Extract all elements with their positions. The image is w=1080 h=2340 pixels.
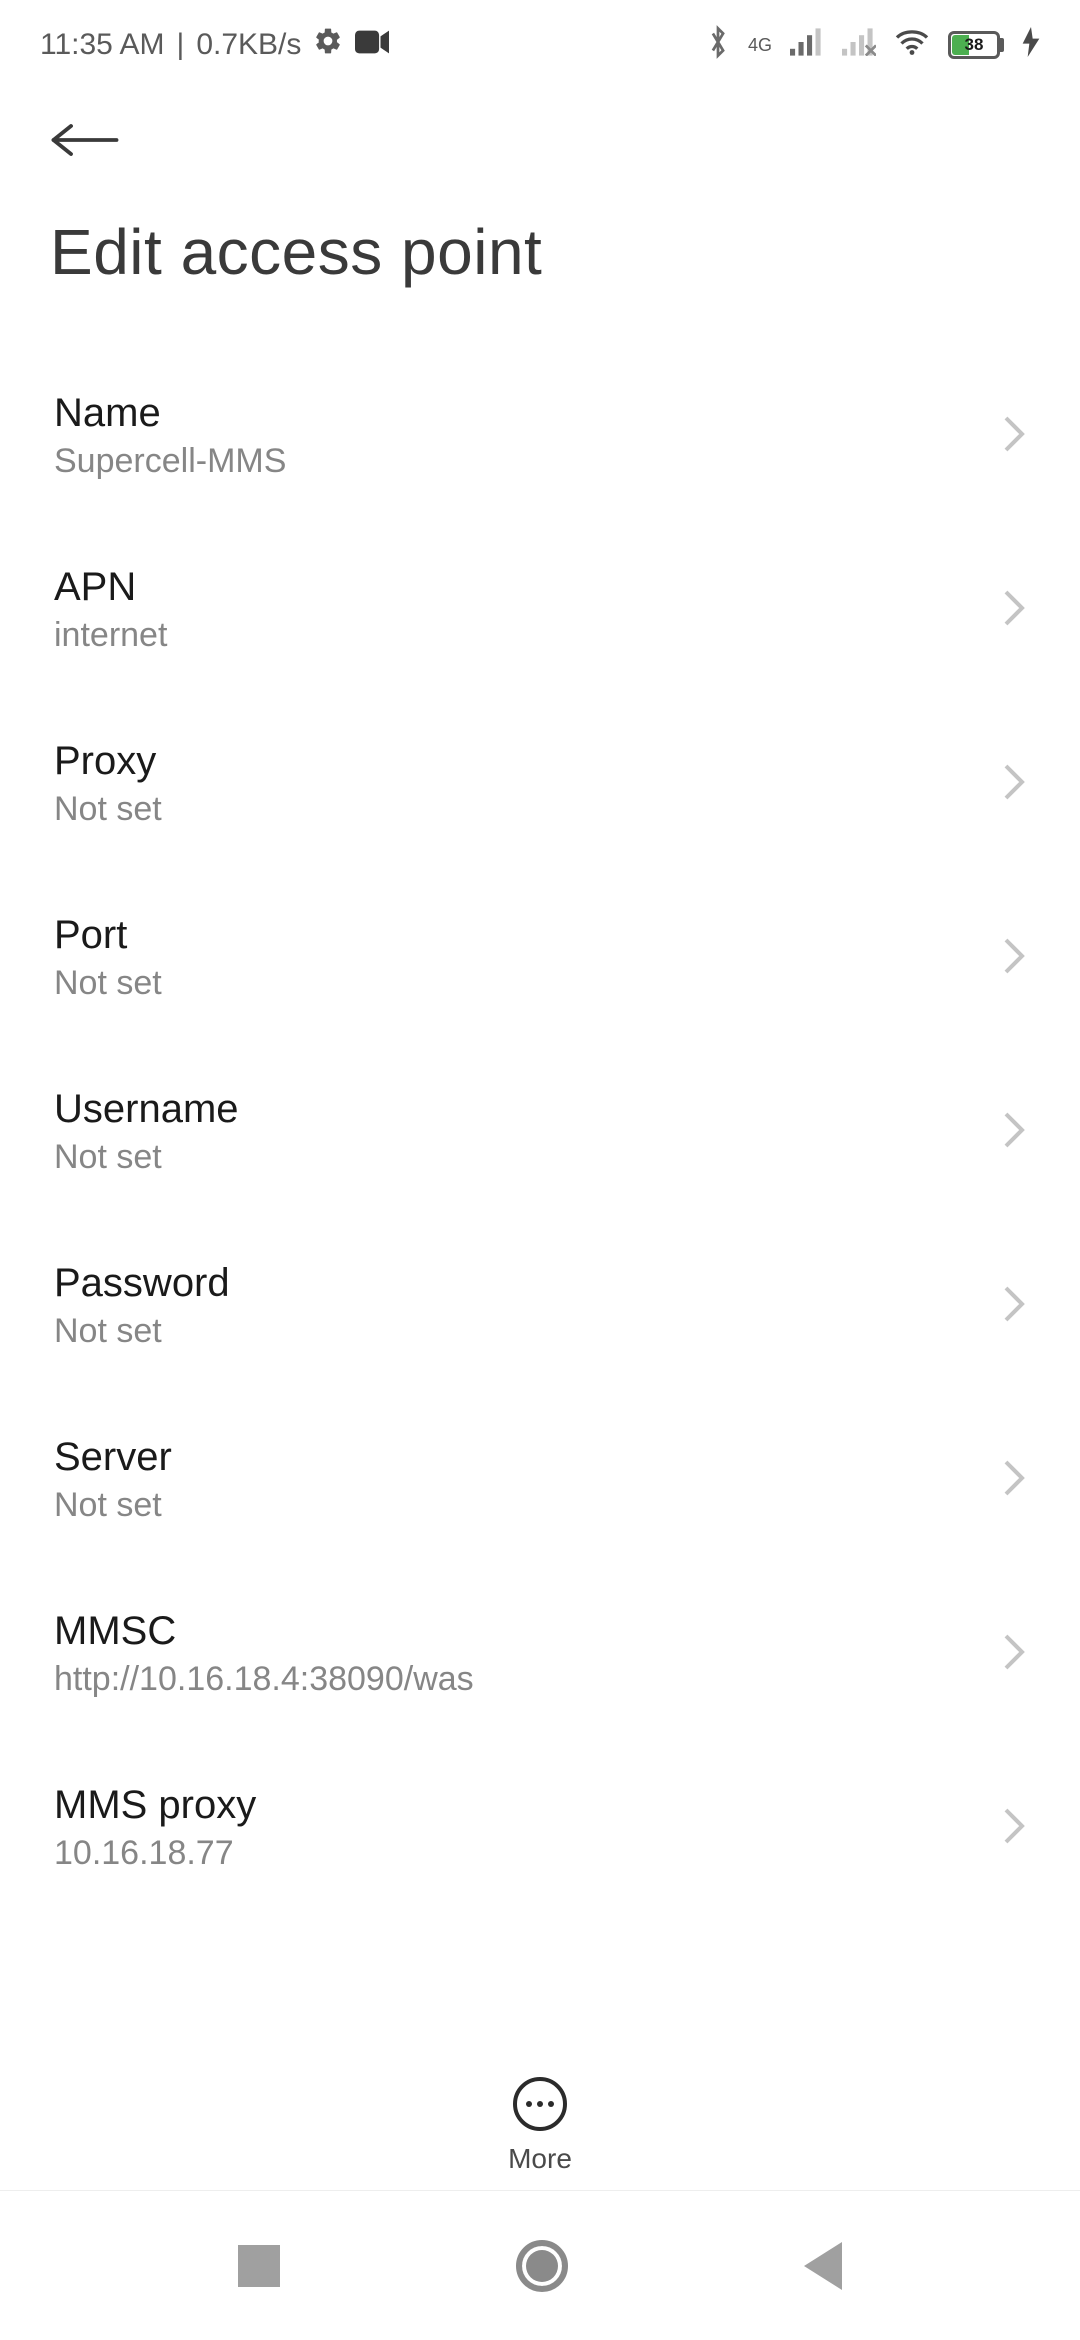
row-port[interactable]: Port Not set — [0, 871, 1080, 1045]
back-button[interactable] — [50, 120, 120, 165]
status-separator: | — [177, 28, 185, 62]
row-title: Port — [54, 913, 162, 958]
chevron-right-icon — [1002, 1632, 1026, 1677]
nav-back-button[interactable] — [804, 2242, 842, 2290]
row-title: MMSC — [54, 1609, 474, 1654]
row-value: Not set — [54, 790, 162, 829]
row-value: Not set — [54, 1312, 230, 1351]
row-username[interactable]: Username Not set — [0, 1045, 1080, 1219]
wifi-icon — [894, 28, 930, 63]
chevron-right-icon — [1002, 762, 1026, 807]
charging-icon — [1022, 27, 1040, 64]
row-title: MMS proxy — [54, 1783, 256, 1828]
row-value: http://10.16.18.4:38090/was — [54, 1660, 474, 1699]
row-mms-proxy[interactable]: MMS proxy 10.16.18.77 — [0, 1741, 1080, 1915]
row-value: internet — [54, 616, 167, 655]
row-name[interactable]: Name Supercell-MMS — [0, 349, 1080, 523]
chevron-right-icon — [1002, 1110, 1026, 1155]
row-apn[interactable]: APN internet — [0, 523, 1080, 697]
row-value: Not set — [54, 1486, 172, 1525]
row-value: Supercell-MMS — [54, 442, 286, 481]
signal-2-icon — [842, 28, 876, 63]
bottom-toolbar: More — [0, 2053, 1080, 2175]
signal-1-icon — [790, 28, 824, 63]
battery-percent: 38 — [951, 34, 997, 56]
chevron-right-icon — [1002, 936, 1026, 981]
row-value: Not set — [54, 1138, 239, 1177]
chevron-right-icon — [1002, 414, 1026, 459]
chevron-right-icon — [1002, 1284, 1026, 1329]
network-label: 4G — [748, 35, 772, 56]
settings-list: APNArena Name Supercell-MMS APN internet… — [0, 319, 1080, 2119]
row-value: Not set — [54, 964, 162, 1003]
more-button[interactable] — [513, 2077, 567, 2131]
settings-icon — [313, 26, 343, 64]
nav-recent-button[interactable] — [238, 2245, 280, 2287]
row-mmsc[interactable]: MMSC http://10.16.18.4:38090/was — [0, 1567, 1080, 1741]
row-server[interactable]: Server Not set — [0, 1393, 1080, 1567]
row-title: Proxy — [54, 739, 162, 784]
row-password[interactable]: Password Not set — [0, 1219, 1080, 1393]
status-bar: 11:35 AM | 0.7KB/s 4G 38 — [0, 0, 1080, 90]
page-title: Edit access point — [0, 175, 1080, 319]
video-icon — [355, 28, 389, 62]
chevron-right-icon — [1002, 588, 1026, 633]
more-label: More — [508, 2143, 572, 2175]
chevron-right-icon — [1002, 1458, 1026, 1503]
bluetooth-icon — [706, 25, 730, 66]
status-speed: 0.7KB/s — [196, 28, 301, 62]
toolbar — [0, 90, 1080, 175]
row-title: Name — [54, 391, 286, 436]
status-time: 11:35 AM — [40, 28, 165, 62]
row-title: APN — [54, 565, 167, 610]
row-title: Password — [54, 1261, 230, 1306]
row-proxy[interactable]: Proxy Not set — [0, 697, 1080, 871]
system-nav-bar — [0, 2190, 1080, 2340]
chevron-right-icon — [1002, 1806, 1026, 1851]
status-right: 4G 38 — [706, 25, 1040, 66]
row-title: Server — [54, 1435, 172, 1480]
status-left: 11:35 AM | 0.7KB/s — [40, 26, 389, 64]
battery-icon: 38 — [948, 31, 1004, 59]
row-title: Username — [54, 1087, 239, 1132]
nav-home-button[interactable] — [516, 2240, 568, 2292]
row-value: 10.16.18.77 — [54, 1834, 256, 1873]
